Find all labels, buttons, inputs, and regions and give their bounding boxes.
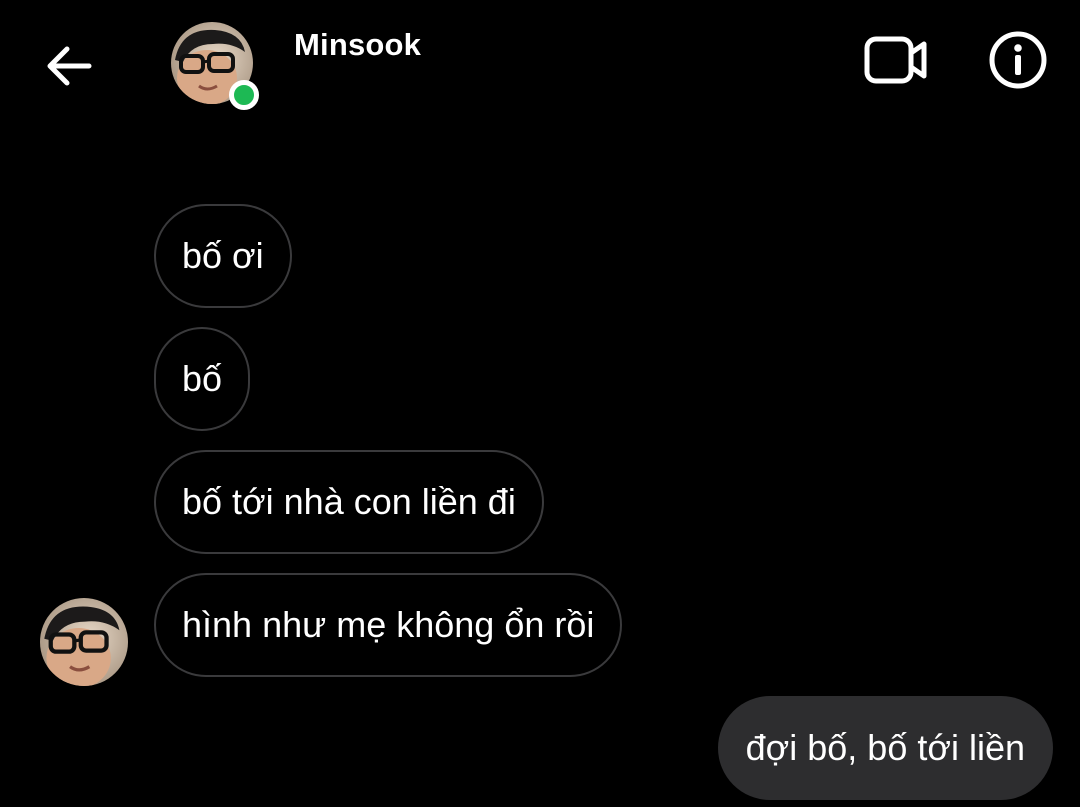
message-bubble[interactable]: bố tới nhà con liền đi bbox=[154, 450, 544, 554]
message-bubble[interactable]: hình như mẹ không ổn rồi bbox=[154, 573, 623, 677]
online-status-indicator bbox=[229, 80, 259, 110]
info-icon bbox=[989, 31, 1047, 89]
contact-avatar[interactable] bbox=[171, 22, 259, 110]
message-text: bố ơi bbox=[182, 235, 264, 276]
message-bubble[interactable]: bố ơi bbox=[154, 204, 292, 308]
contact-name[interactable]: Minsook bbox=[294, 27, 421, 63]
video-camera-icon bbox=[864, 36, 927, 84]
message-text: hình như mẹ không ổn rồi bbox=[182, 604, 595, 645]
message-text: bố bbox=[182, 358, 223, 399]
sender-avatar[interactable] bbox=[40, 598, 128, 686]
message-text: bố tới nhà con liền đi bbox=[182, 481, 516, 522]
message-text: đợi bố, bố tới liền bbox=[745, 727, 1025, 768]
video-call-button[interactable] bbox=[858, 28, 934, 92]
message-bubble[interactable]: bố bbox=[154, 327, 251, 431]
avatar-image bbox=[40, 598, 128, 686]
info-button[interactable] bbox=[984, 26, 1052, 94]
arrow-left-icon bbox=[47, 46, 92, 86]
back-button[interactable] bbox=[36, 36, 100, 96]
message-bubble-sent[interactable]: đợi bố, bố tới liền bbox=[717, 696, 1053, 800]
